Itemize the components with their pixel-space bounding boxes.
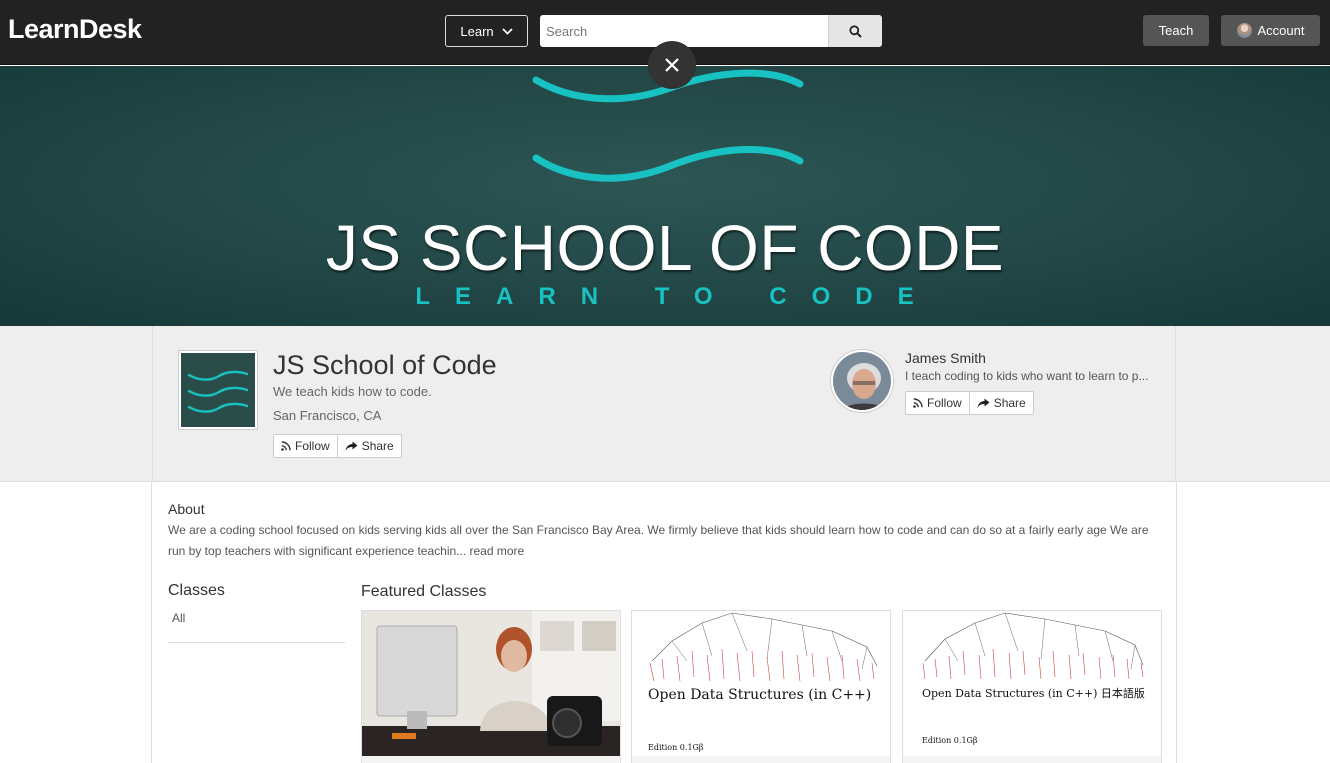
about-heading: About	[168, 501, 205, 517]
account-avatar	[1236, 23, 1252, 38]
share-arrow-icon	[977, 398, 990, 408]
featured-classes-heading: Featured Classes	[361, 583, 487, 600]
logo[interactable]: LearnDesk	[8, 14, 142, 45]
class-thumbnail: Open Data Structures (in C++) 日本語版 Editi…	[903, 611, 1161, 756]
teacher-follow-button[interactable]: Follow	[906, 392, 969, 414]
classes-heading: Classes	[168, 582, 225, 599]
banner-title: JS SCHOOL OF CODE	[325, 212, 1005, 284]
rss-icon	[281, 441, 291, 451]
close-button[interactable]	[648, 41, 696, 89]
teacher-bio: I teach coding to kids who want to learn…	[905, 369, 1149, 383]
card-footer	[903, 756, 1161, 763]
wave-logo-icon	[187, 370, 249, 413]
share-label: Share	[993, 396, 1026, 410]
school-follow-button[interactable]: Follow	[274, 435, 337, 457]
book-title: Open Data Structures (in C++)	[648, 687, 872, 703]
close-icon	[665, 58, 679, 72]
school-location: San Francisco, CA	[273, 408, 382, 423]
search-bar	[540, 15, 882, 47]
book-edition: Edition 0.1Gβ	[922, 736, 978, 745]
account-label: Account	[1257, 23, 1305, 38]
teach-button[interactable]: Teach	[1143, 15, 1209, 46]
profile-container: JS School of Code We teach kids how to c…	[152, 326, 1176, 482]
class-thumbnail: Open Data Structures (in C++) Edition 0.…	[632, 611, 890, 756]
share-arrow-icon	[345, 441, 358, 451]
banner-subtitle: LEARN TO CODE	[415, 283, 939, 310]
card-footer	[362, 756, 620, 763]
cover-banner: JS SCHOOL OF CODE LEARN TO CODE	[0, 66, 1330, 326]
class-card[interactable]: Open Data Structures (in C++) Edition 0.…	[631, 610, 891, 763]
follow-label: Follow	[927, 396, 962, 410]
search-button[interactable]	[828, 15, 882, 47]
chevron-down-icon	[501, 27, 513, 35]
about-text: We are a coding school focused on kids s…	[168, 520, 1158, 562]
school-logo	[178, 350, 258, 430]
teacher-avatar[interactable]	[831, 350, 893, 412]
main-content: About We are a coding school focused on …	[151, 482, 1177, 763]
card-footer	[632, 756, 890, 763]
learn-dropdown-button[interactable]: Learn	[445, 15, 528, 47]
tree-illustration	[649, 612, 878, 682]
class-thumbnail	[362, 611, 620, 756]
profile-header: JS School of Code We teach kids how to c…	[0, 326, 1330, 482]
divider	[168, 642, 345, 643]
teacher-action-buttons: Follow Share	[905, 391, 1034, 415]
about-body: We are a coding school focused on kids s…	[168, 523, 1149, 558]
class-card[interactable]: Open Data Structures (in C++) 日本語版 Editi…	[902, 610, 1162, 763]
follow-label: Follow	[295, 439, 330, 453]
tree-illustration	[922, 612, 1144, 680]
teacher-share-button[interactable]: Share	[968, 392, 1033, 414]
account-button[interactable]: Account	[1221, 15, 1320, 46]
school-action-buttons: Follow Share	[273, 434, 402, 458]
share-label: Share	[361, 439, 394, 453]
learn-label: Learn	[460, 23, 494, 39]
search-input[interactable]	[540, 15, 828, 47]
class-card[interactable]	[361, 610, 621, 763]
book-title: Open Data Structures (in C++) 日本語版	[922, 687, 1145, 700]
teacher-name[interactable]: James Smith	[905, 350, 986, 366]
classes-filter-all[interactable]: All	[172, 611, 185, 625]
school-tagline: We teach kids how to code.	[273, 384, 432, 399]
read-more-link[interactable]: read more	[470, 544, 525, 558]
book-edition: Edition 0.1Gβ	[648, 743, 704, 752]
rss-icon	[913, 398, 923, 408]
school-name: JS School of Code	[273, 350, 497, 380]
school-share-button[interactable]: Share	[336, 435, 401, 457]
search-icon	[849, 24, 862, 38]
